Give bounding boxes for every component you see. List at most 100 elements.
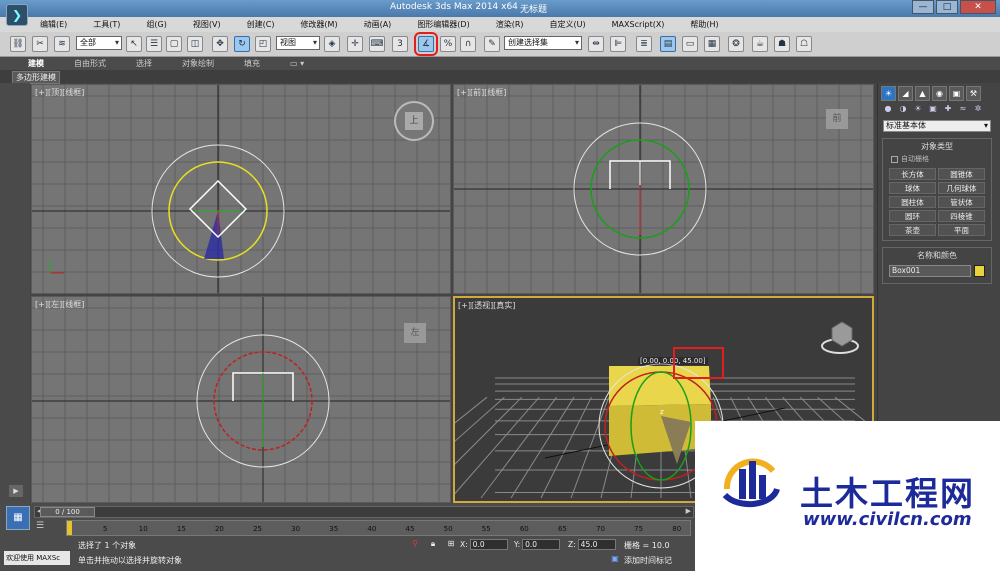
- viewport-label-front[interactable]: [+][前][线框]: [457, 87, 506, 98]
- viewcube-top[interactable]: 上: [394, 101, 434, 141]
- select-rotate-icon[interactable]: ↻: [234, 36, 250, 52]
- curve-editor-icon[interactable]: ▭: [682, 36, 698, 52]
- menu-customize[interactable]: 自定义(U): [550, 17, 586, 32]
- lights-icon[interactable]: ☀: [912, 104, 924, 115]
- tab-populate[interactable]: 填充: [244, 57, 260, 70]
- display-tab-icon[interactable]: ▣: [949, 86, 964, 101]
- menu-create[interactable]: 创建(C): [247, 17, 275, 32]
- isolate-icon[interactable]: ⚲: [410, 539, 420, 550]
- tube-button[interactable]: 管状体: [938, 196, 985, 208]
- timeline-track[interactable]: 05101520253035404550556065707580: [66, 520, 691, 536]
- z-coordinate[interactable]: Z: 45.0: [568, 539, 616, 551]
- bind-spacewarp-icon[interactable]: ≋: [54, 36, 70, 52]
- viewport-top[interactable]: [+][顶][线框] 上: [31, 84, 451, 294]
- menu-modifiers[interactable]: 修改器(M): [300, 17, 337, 32]
- pivot-center-icon[interactable]: ◈: [324, 36, 340, 52]
- geometry-icon[interactable]: ●: [882, 104, 894, 115]
- systems-icon[interactable]: ✲: [972, 104, 984, 115]
- layer-manager-icon[interactable]: ≣: [636, 36, 652, 52]
- primitive-category-dropdown[interactable]: 标准基本体: [883, 120, 991, 132]
- auto-grid-checkbox[interactable]: 自动栅格: [891, 154, 983, 164]
- menu-edit[interactable]: 编辑(E): [40, 17, 67, 32]
- menu-maxscript[interactable]: MAXScript(X): [612, 17, 665, 32]
- menu-rendering[interactable]: 渲染(R): [496, 17, 524, 32]
- edit-named-selection-icon[interactable]: ✎: [484, 36, 500, 52]
- viewcube-perspective[interactable]: [820, 320, 860, 354]
- menu-tools[interactable]: 工具(T): [93, 17, 120, 32]
- utilities-tab-icon[interactable]: ⚒: [966, 86, 981, 101]
- ribbon-options-icon[interactable]: ▭ ▾: [290, 57, 304, 70]
- play-icon[interactable]: ▶: [9, 485, 23, 497]
- cameras-icon[interactable]: ▣: [927, 104, 939, 115]
- viewcube-front[interactable]: 前: [826, 109, 848, 129]
- select-scale-icon[interactable]: ◰: [255, 36, 271, 52]
- object-type-title[interactable]: 对象类型: [885, 141, 989, 152]
- menu-group[interactable]: 组(G): [146, 17, 166, 32]
- cone-button[interactable]: 圆锥体: [938, 168, 985, 180]
- percent-snap-icon[interactable]: %: [440, 36, 456, 52]
- plane-button[interactable]: 平面: [938, 224, 985, 236]
- hierarchy-tab-icon[interactable]: ▲: [915, 86, 930, 101]
- viewport-label-left[interactable]: [+][左][线框]: [35, 299, 84, 310]
- select-move-icon[interactable]: ✥: [212, 36, 228, 52]
- lock-selection-icon[interactable]: 🔒︎: [428, 539, 438, 550]
- keyboard-shortcut-icon[interactable]: ⌨: [369, 36, 385, 52]
- time-tag-icon[interactable]: ▣: [610, 554, 620, 565]
- timeline-marker[interactable]: [67, 521, 72, 535]
- select-by-name-icon[interactable]: ☰: [146, 36, 162, 52]
- name-color-title[interactable]: 名称和颜色: [885, 250, 989, 261]
- y-coordinate[interactable]: Y: 0.0: [514, 539, 561, 551]
- close-button[interactable]: ✕: [960, 0, 996, 14]
- tab-freeform[interactable]: 自由形式: [74, 57, 106, 70]
- render-production-icon[interactable]: ☖: [796, 36, 812, 52]
- schematic-view-icon[interactable]: ▦: [704, 36, 720, 52]
- maximize-button[interactable]: □: [936, 0, 958, 14]
- torus-button[interactable]: 圆环: [889, 210, 936, 222]
- pyramid-button[interactable]: 四棱锥: [938, 210, 985, 222]
- menu-graph-editors[interactable]: 图形编辑器(D): [417, 17, 469, 32]
- rect-selection-icon[interactable]: ▢: [166, 36, 182, 52]
- tab-object-paint[interactable]: 对象绘制: [182, 57, 214, 70]
- mirror-icon[interactable]: ⇹: [588, 36, 604, 52]
- object-name-field[interactable]: Box001: [889, 265, 971, 277]
- menu-help[interactable]: 帮助(H): [690, 17, 718, 32]
- viewport-front[interactable]: [+][前][线框] 前: [453, 84, 874, 294]
- snap-toggle-icon[interactable]: 3: [392, 36, 408, 52]
- reference-coord-dropdown[interactable]: 视图: [276, 36, 320, 50]
- unlink-icon[interactable]: ✂: [32, 36, 48, 52]
- box-button[interactable]: 长方体: [889, 168, 936, 180]
- time-slider-thumb[interactable]: 0 / 100: [40, 507, 95, 517]
- motion-tab-icon[interactable]: ◉: [932, 86, 947, 101]
- render-setup-icon[interactable]: ☕: [752, 36, 768, 52]
- manipulate-icon[interactable]: ✛: [347, 36, 363, 52]
- tab-selection[interactable]: 选择: [136, 57, 152, 70]
- slider-next-icon[interactable]: ▶: [686, 507, 691, 515]
- geosphere-button[interactable]: 几何球体: [938, 182, 985, 194]
- cylinder-button[interactable]: 圆柱体: [889, 196, 936, 208]
- app-logo-icon[interactable]: ❯: [6, 4, 28, 26]
- add-time-tag[interactable]: 添加时间标记: [624, 555, 672, 566]
- object-color-swatch[interactable]: [974, 265, 985, 277]
- create-tab-icon[interactable]: ☀: [881, 86, 896, 101]
- maxscript-listener[interactable]: 欢迎使用 MAXSc: [4, 551, 70, 565]
- spacewarps-icon[interactable]: ≈: [957, 104, 969, 115]
- viewport-layout-icon[interactable]: ▦: [6, 506, 30, 530]
- absolute-mode-icon[interactable]: ⊞: [446, 539, 456, 550]
- teapot-button[interactable]: 茶壶: [889, 224, 936, 236]
- select-object-icon[interactable]: ↖: [126, 36, 142, 52]
- viewcube-left[interactable]: 左: [404, 323, 426, 343]
- timeline-toggle-icon[interactable]: ☰: [36, 521, 44, 531]
- menu-views[interactable]: 视图(V): [193, 17, 221, 32]
- modify-tab-icon[interactable]: ◢: [898, 86, 913, 101]
- graphite-ribbon-icon[interactable]: ▤: [660, 36, 676, 52]
- selection-filter-dropdown[interactable]: 全部: [76, 36, 122, 50]
- minimize-button[interactable]: —: [912, 0, 934, 14]
- window-crossing-icon[interactable]: ◫: [187, 36, 203, 52]
- link-icon[interactable]: ⛓: [10, 36, 26, 52]
- viewport-label-top[interactable]: [+][顶][线框]: [35, 87, 84, 98]
- viewport-left[interactable]: [+][左][线框] 左: [31, 296, 451, 503]
- angle-snap-toggle-icon[interactable]: ∡: [414, 32, 438, 56]
- spinner-snap-icon[interactable]: ∩: [460, 36, 476, 52]
- menu-animation[interactable]: 动画(A): [364, 17, 392, 32]
- shapes-icon[interactable]: ◑: [897, 104, 909, 115]
